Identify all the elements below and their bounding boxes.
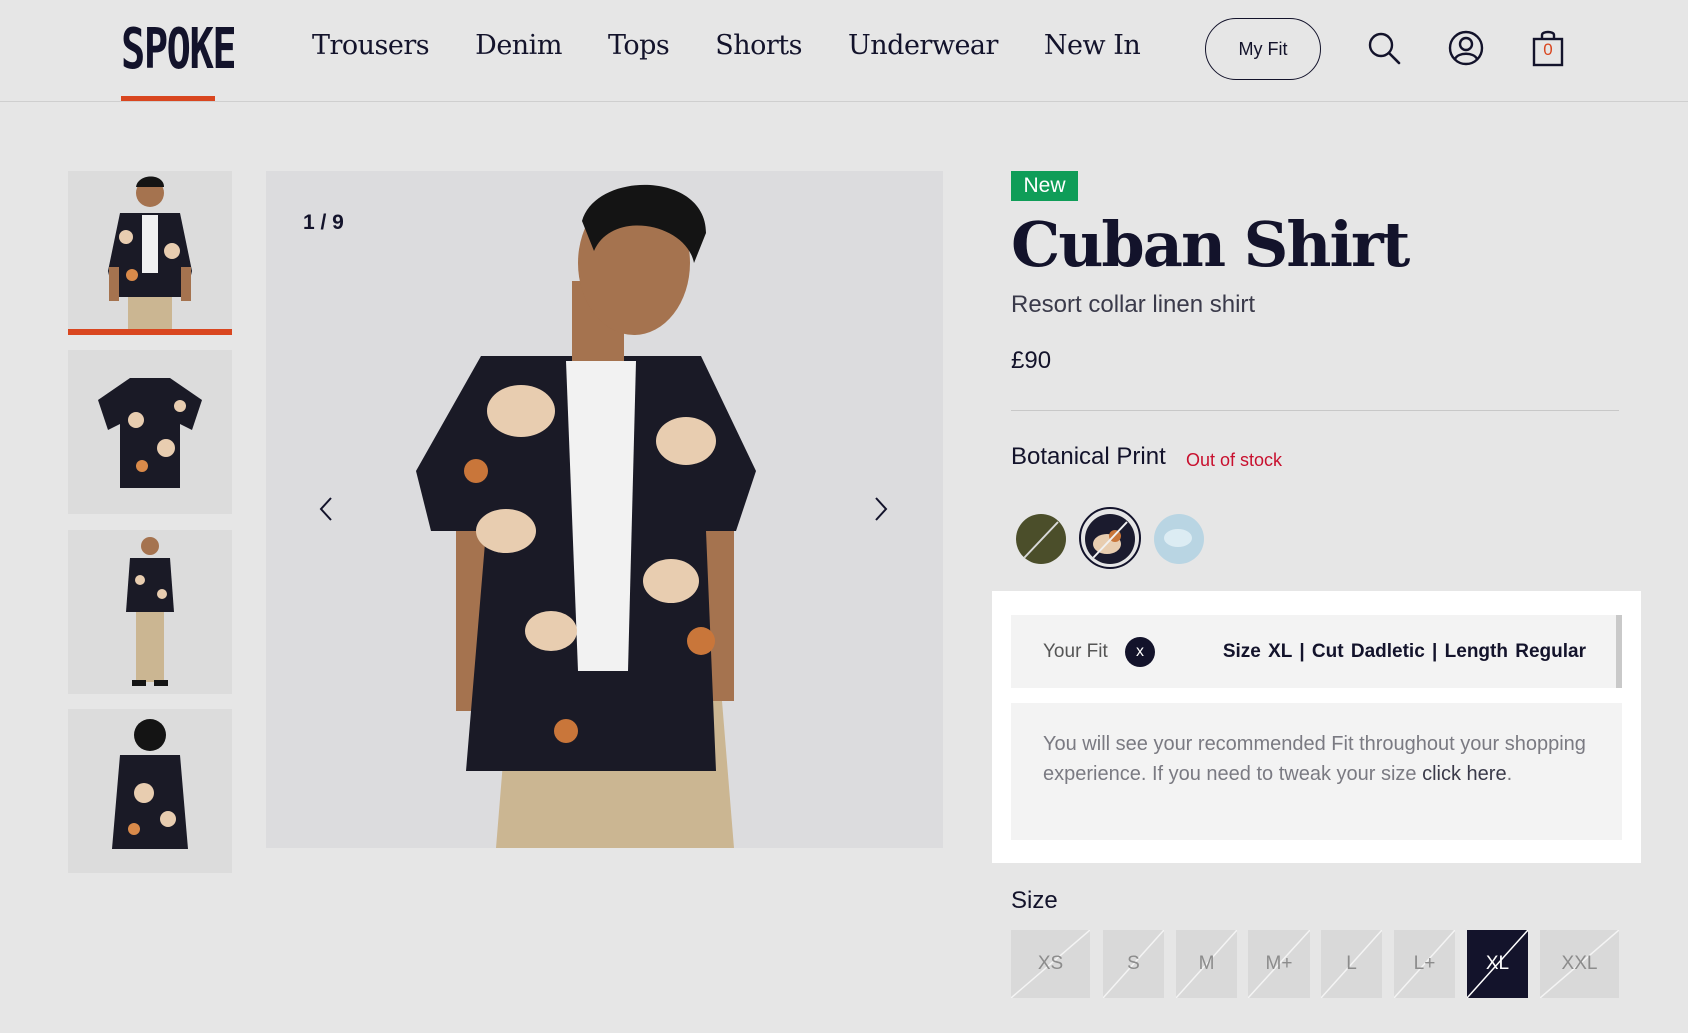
size-label-m: M (1198, 953, 1215, 974)
thumbnail-flat-lay[interactable] (68, 350, 232, 514)
new-badge: New (1011, 171, 1078, 201)
bag-icon[interactable]: 0 (1528, 28, 1568, 68)
size-label-l-plus: L+ (1413, 953, 1436, 974)
your-fit-label: Your Fit (1043, 641, 1108, 662)
logo-text: SPOKE (121, 17, 237, 82)
nav-denim[interactable]: Denim (475, 30, 562, 61)
main-product-image[interactable]: 1 / 9 (266, 171, 943, 848)
size-option-m-plus[interactable]: M+ (1248, 930, 1310, 998)
size-option-xxl[interactable]: XXL (1540, 930, 1619, 998)
swatch-light-blue[interactable] (1154, 514, 1204, 564)
product-price: £90 (1011, 347, 1052, 374)
image-counter: 1 / 9 (303, 211, 344, 234)
thumbnail-back-view[interactable] (68, 709, 232, 873)
site-header: SPOKE Trousers Denim Tops Shorts Underwe… (0, 0, 1688, 102)
size-label-s: S (1127, 953, 1140, 974)
search-icon[interactable] (1364, 28, 1404, 68)
size-option-s[interactable]: S (1103, 930, 1164, 998)
size-label-xs: XS (1037, 953, 1064, 974)
logo[interactable]: SPOKE (121, 17, 237, 104)
next-image-arrow[interactable] (861, 489, 901, 529)
divider (1011, 410, 1619, 411)
product-subtitle: Resort collar linen shirt (1011, 291, 1256, 318)
size-label-xl: XL (1485, 953, 1510, 974)
account-icon[interactable] (1446, 28, 1486, 68)
chevron-right-icon (875, 497, 888, 521)
thumbnail-full-length[interactable] (68, 530, 232, 694)
product-title: Cuban Shirt (1011, 208, 1410, 281)
your-fit-bar: Your Fit x Size XL | Cut Dadletic | Leng… (1011, 615, 1622, 688)
size-label-l: L (1346, 953, 1357, 974)
fit-note-suffix: . (1506, 763, 1513, 785)
swatch-olive[interactable] (1016, 514, 1066, 564)
prev-image-arrow[interactable] (306, 489, 346, 529)
nav-underwear[interactable]: Underwear (848, 30, 998, 61)
nav-shorts[interactable]: Shorts (715, 30, 802, 61)
colour-name: Botanical Print (1011, 443, 1166, 470)
swatch-botanical-print[interactable] (1085, 514, 1135, 564)
fit-note: You will see your recommended Fit throug… (1011, 703, 1622, 840)
size-option-m[interactable]: M (1176, 930, 1237, 998)
main-nav: Trousers Denim Tops Shorts Underwear New… (312, 30, 1186, 61)
nav-tops[interactable]: Tops (608, 30, 670, 61)
size-option-l[interactable]: L (1321, 930, 1382, 998)
cart-count: 0 (1543, 40, 1553, 59)
chevron-left-icon (319, 497, 332, 521)
logo-underline (121, 96, 215, 101)
size-option-xl[interactable]: XL (1467, 930, 1528, 998)
clear-fit-button[interactable]: x (1125, 637, 1155, 667)
size-label: Size (1011, 887, 1058, 914)
fit-summary: Size XL | Cut Dadletic | Length Regular (1222, 641, 1586, 662)
my-fit-button[interactable]: My Fit (1205, 18, 1321, 80)
stock-status: Out of stock (1186, 450, 1283, 470)
size-label-xxl: XXL (1561, 953, 1598, 974)
fit-panel: Your Fit x Size XL | Cut Dadletic | Leng… (992, 591, 1641, 863)
size-option-xs[interactable]: XS (1011, 930, 1090, 998)
size-option-l-plus[interactable]: L+ (1394, 930, 1455, 998)
nav-new-in[interactable]: New In (1044, 30, 1141, 61)
model-illustration (266, 171, 943, 848)
thumbnail-front-view[interactable] (68, 171, 232, 335)
nav-trousers[interactable]: Trousers (312, 30, 430, 61)
size-label-m-plus: M+ (1265, 953, 1293, 974)
fit-click-here-link[interactable]: click here (1422, 763, 1506, 785)
